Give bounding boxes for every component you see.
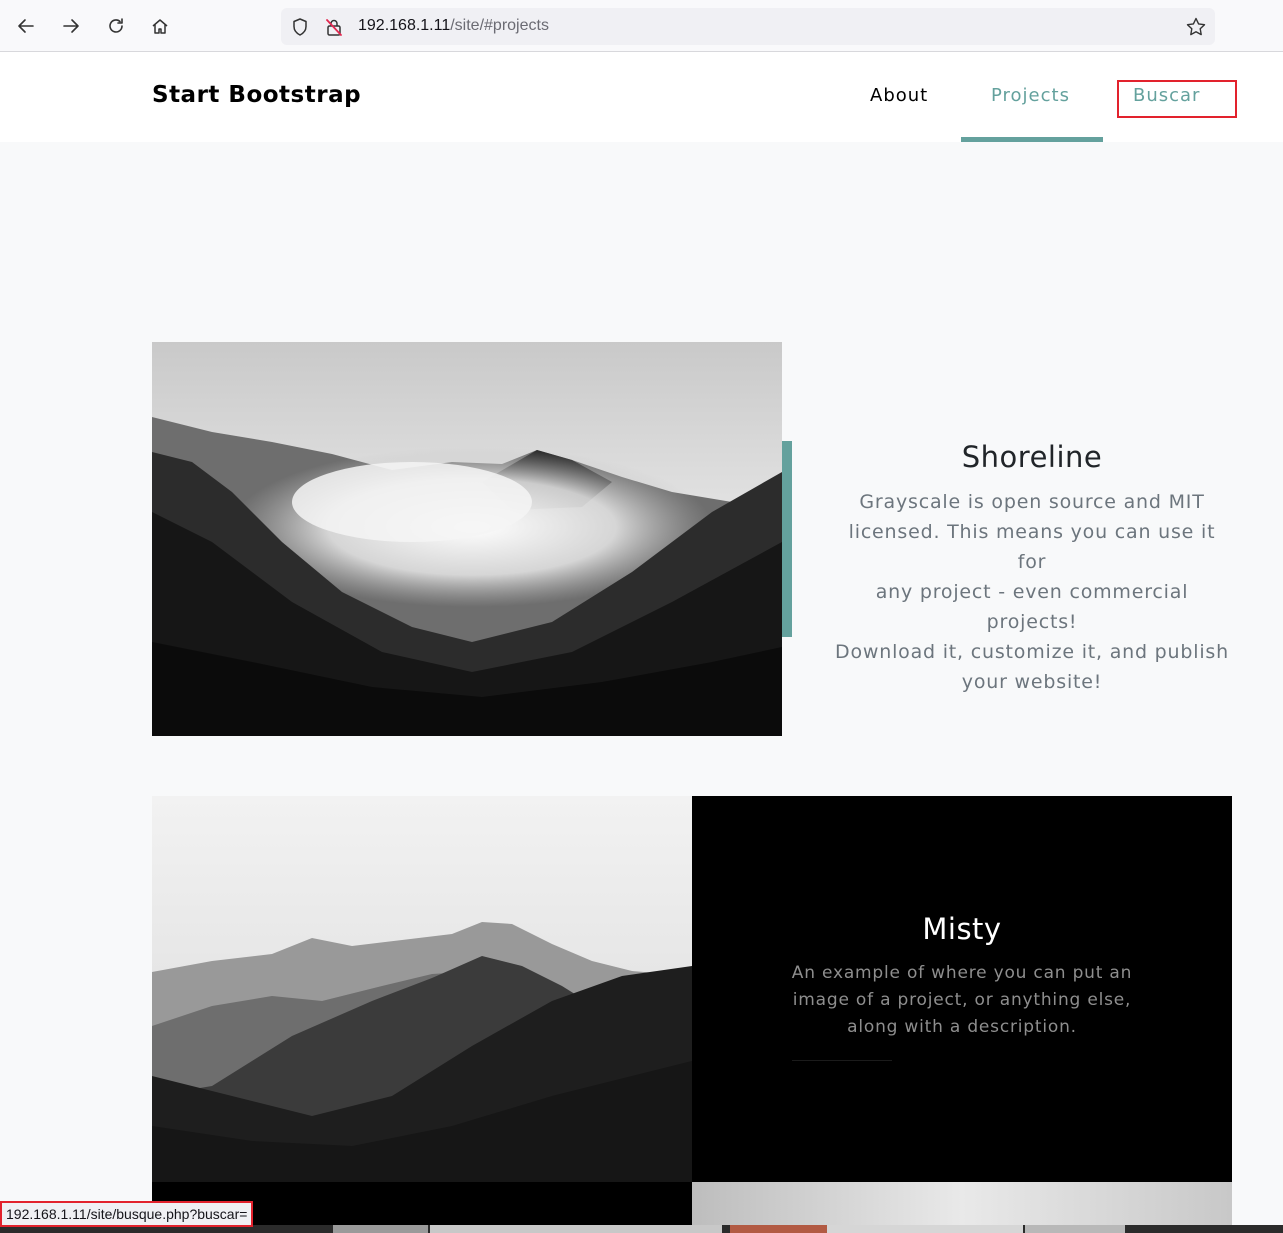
url-host: 192.168.1.11 bbox=[358, 17, 451, 34]
reload-icon[interactable] bbox=[102, 12, 130, 40]
strip-segment bbox=[1025, 1225, 1125, 1233]
home-icon[interactable] bbox=[146, 12, 174, 40]
brand-link[interactable]: Start Bootstrap bbox=[152, 82, 361, 108]
browser-toolbar: 192.168.1.11/site/#projects bbox=[0, 0, 1283, 52]
forward-icon[interactable] bbox=[57, 12, 85, 40]
project-title-misty: Misty bbox=[922, 912, 1002, 946]
accent-bar bbox=[782, 441, 792, 637]
strip-segment bbox=[730, 1225, 827, 1233]
project-title-shoreline: Shoreline bbox=[961, 440, 1103, 474]
site-navbar: Start Bootstrap About Projects Buscar bbox=[0, 52, 1283, 142]
strip-segment bbox=[827, 1225, 1023, 1233]
nav-link-about[interactable]: About bbox=[870, 85, 928, 106]
strip-segment bbox=[430, 1225, 722, 1233]
back-icon[interactable] bbox=[12, 12, 40, 40]
url-text[interactable]: 192.168.1.11/site/#projects bbox=[358, 17, 549, 35]
shoreline-image bbox=[152, 342, 782, 736]
project-description-misty: An example of where you can put an image… bbox=[791, 963, 1133, 1037]
insecure-lock-icon[interactable] bbox=[324, 17, 344, 37]
buscar-highlight-box bbox=[1117, 80, 1237, 118]
url-bar[interactable]: 192.168.1.11/site/#projects bbox=[281, 8, 1215, 45]
strip-segment bbox=[333, 1225, 428, 1233]
bookmark-star-icon[interactable] bbox=[1185, 16, 1207, 38]
misty-panel: Misty An example of where you can put an… bbox=[692, 796, 1232, 1182]
shield-icon[interactable] bbox=[290, 17, 310, 37]
active-indicator bbox=[961, 137, 1103, 142]
divider-line bbox=[792, 1060, 892, 1061]
project-description-shoreline: Grayscale is open source and MIT license… bbox=[835, 491, 1229, 693]
link-status-bar: 192.168.1.11/site/busque.php?buscar= bbox=[0, 1201, 254, 1227]
url-path: /site/#projects bbox=[450, 17, 549, 34]
misty-image bbox=[152, 796, 692, 1182]
nav-link-projects[interactable]: Projects bbox=[991, 85, 1070, 106]
